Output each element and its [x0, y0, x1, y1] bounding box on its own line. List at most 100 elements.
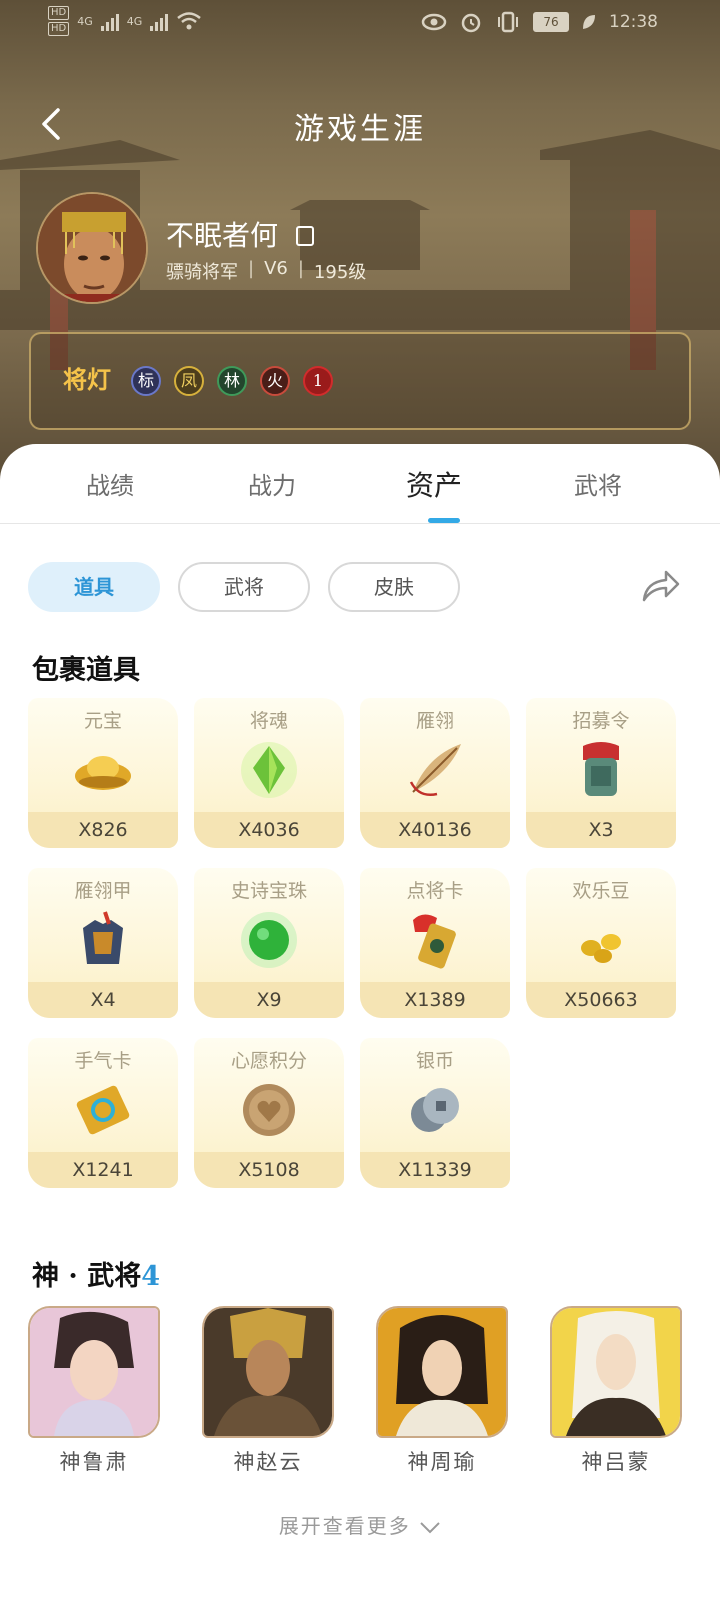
- tab-bar: 战绩 战力 资产 武将: [0, 444, 720, 524]
- general-name: 神吕蒙: [581, 1450, 651, 1474]
- generals-section-label: 神 · 武将: [32, 1261, 142, 1292]
- item-quantity: X1389: [360, 982, 510, 1018]
- general-card[interactable]: 神赵云: [202, 1306, 334, 1476]
- filter-chips: 道具 武将 皮肤: [28, 562, 460, 612]
- item-quantity: X50663: [526, 982, 676, 1018]
- general-portrait: [28, 1306, 160, 1438]
- player-meta: 骠骑将军 | V6 | 195级: [166, 258, 366, 284]
- vibrate-icon: [498, 11, 518, 33]
- lamp-badge-one[interactable]: 1: [303, 366, 333, 396]
- item-quantity: X3: [526, 812, 676, 848]
- tab-battle-record[interactable]: 战绩: [60, 466, 160, 501]
- lamp-label: 将灯: [63, 365, 111, 394]
- item-name: 心愿积分: [230, 1050, 307, 1072]
- tab-indicator: [428, 518, 460, 523]
- bag-section-title: 包裹道具: [32, 655, 140, 686]
- general-portrait: [376, 1306, 508, 1438]
- generals-list: 神鲁肃 神赵云 神周瑜 神吕蒙: [28, 1306, 682, 1476]
- lamp-badge-biao[interactable]: 标: [131, 366, 161, 396]
- content-sheet: 战绩 战力 资产 武将 道具 武将 皮肤 包裹道具 元宝 X826 将魂 X40…: [0, 444, 720, 1600]
- item-quantity: X9: [194, 982, 344, 1018]
- general-card[interactable]: 神周瑜: [376, 1306, 508, 1476]
- general-name: 神鲁肃: [59, 1450, 129, 1474]
- general-name: 神赵云: [233, 1450, 303, 1474]
- signal-icon-2: [150, 11, 169, 31]
- generals-section-title: 神 · 武将4: [32, 1254, 160, 1293]
- item-quantity: X826: [28, 812, 178, 848]
- player-vip: V6: [264, 258, 288, 279]
- item-card[interactable]: 招募令 X3: [526, 698, 676, 848]
- chip-generals[interactable]: 武将: [178, 562, 310, 612]
- silver-coin-icon: [411, 1088, 459, 1132]
- chevron-down-icon: [420, 1521, 440, 1533]
- lamp-badge-feng[interactable]: 凤: [174, 366, 204, 396]
- generals-count: 4: [141, 1261, 160, 1292]
- chip-items[interactable]: 道具: [28, 562, 160, 612]
- battery-icon: 76: [533, 12, 569, 32]
- page-title: 游戏生涯: [294, 112, 426, 147]
- lamp-badges: 标 凤 林 火 1: [131, 366, 333, 396]
- general-card[interactable]: 神鲁肃: [28, 1306, 160, 1476]
- item-card[interactable]: 雁翎甲 X4: [28, 868, 178, 1018]
- separator: |: [297, 258, 304, 279]
- general-card[interactable]: 神吕蒙: [550, 1306, 682, 1476]
- item-card[interactable]: 点将卡 X1389: [360, 868, 510, 1018]
- avatar[interactable]: [36, 192, 148, 304]
- alarm-icon: [461, 13, 481, 33]
- armor-icon: [83, 911, 123, 964]
- lamp-card[interactable]: 将灯 标 凤 林 火 1: [29, 332, 691, 430]
- item-name: 史诗宝珠: [230, 880, 307, 902]
- tab-generals[interactable]: 武将: [548, 466, 648, 501]
- beans-icon: [581, 934, 621, 963]
- gold-ingot-icon: [75, 756, 131, 790]
- clock: 12:38: [609, 12, 658, 32]
- signal-icon: [100, 11, 119, 31]
- item-quantity: X5108: [194, 1152, 344, 1188]
- item-card[interactable]: 手气卡 X1241: [28, 1038, 178, 1188]
- expand-more-label: 展开查看更多: [278, 1514, 411, 1538]
- note-icon[interactable]: [296, 226, 314, 246]
- general-portrait: [202, 1306, 334, 1438]
- expand-more-button[interactable]: 展开查看更多: [0, 1510, 720, 1539]
- lamp-badge-lin[interactable]: 林: [217, 366, 247, 396]
- item-quantity: X1241: [28, 1152, 178, 1188]
- item-card[interactable]: 心愿积分 X5108: [194, 1038, 344, 1188]
- item-card[interactable]: 史诗宝珠 X9: [194, 868, 344, 1018]
- general-card-icon: [413, 914, 456, 969]
- heart-coin-icon: [243, 1084, 295, 1136]
- eye-icon: [421, 13, 447, 31]
- tab-assets[interactable]: 资产: [384, 464, 484, 504]
- network-type-1: 4G: [77, 14, 93, 28]
- item-name: 银币: [415, 1050, 454, 1072]
- item-card[interactable]: 将魂 X4036: [194, 698, 344, 848]
- epic-orb-icon: [241, 912, 297, 968]
- item-quantity: X11339: [360, 1152, 510, 1188]
- wifi-icon: [177, 12, 202, 30]
- item-card[interactable]: 欢乐豆 X50663: [526, 868, 676, 1018]
- general-portrait: [550, 1306, 682, 1438]
- tab-power[interactable]: 战力: [222, 466, 322, 501]
- player-name: 不眠者何: [166, 219, 279, 252]
- item-card[interactable]: 雁翎 X40136: [360, 698, 510, 848]
- luck-card-icon: [76, 1085, 130, 1135]
- item-quantity: X4036: [194, 812, 344, 848]
- item-card[interactable]: 元宝 X826: [28, 698, 178, 848]
- hd-badge-2: HD: [48, 22, 70, 36]
- general-name: 神周瑜: [407, 1450, 477, 1474]
- item-grid: 元宝 X826 将魂 X4036 雁翎 X40136 招募令 X3 雁翎甲 X4: [28, 698, 694, 1188]
- player-level: 195级: [313, 262, 367, 283]
- item-name: 雁翎甲: [74, 880, 132, 902]
- green-crystal-icon: [241, 742, 297, 798]
- item-name: 元宝: [83, 710, 122, 732]
- item-name: 招募令: [572, 710, 630, 732]
- share-icon[interactable]: [640, 568, 680, 604]
- item-card[interactable]: 银币 X11339: [360, 1038, 510, 1188]
- profile-header: HD HD 4G 4G 76 12:38 游戏生涯 不眠者何 骠骑将军 | V6…: [0, 0, 720, 480]
- hd-badge-1: HD: [48, 6, 70, 20]
- item-name: 欢乐豆: [572, 880, 630, 902]
- item-name: 手气卡: [74, 1050, 132, 1072]
- chip-skins[interactable]: 皮肤: [328, 562, 460, 612]
- player-rank: 骠骑将军: [166, 262, 238, 283]
- feather-icon: [409, 744, 461, 796]
- lamp-badge-huo[interactable]: 火: [260, 366, 290, 396]
